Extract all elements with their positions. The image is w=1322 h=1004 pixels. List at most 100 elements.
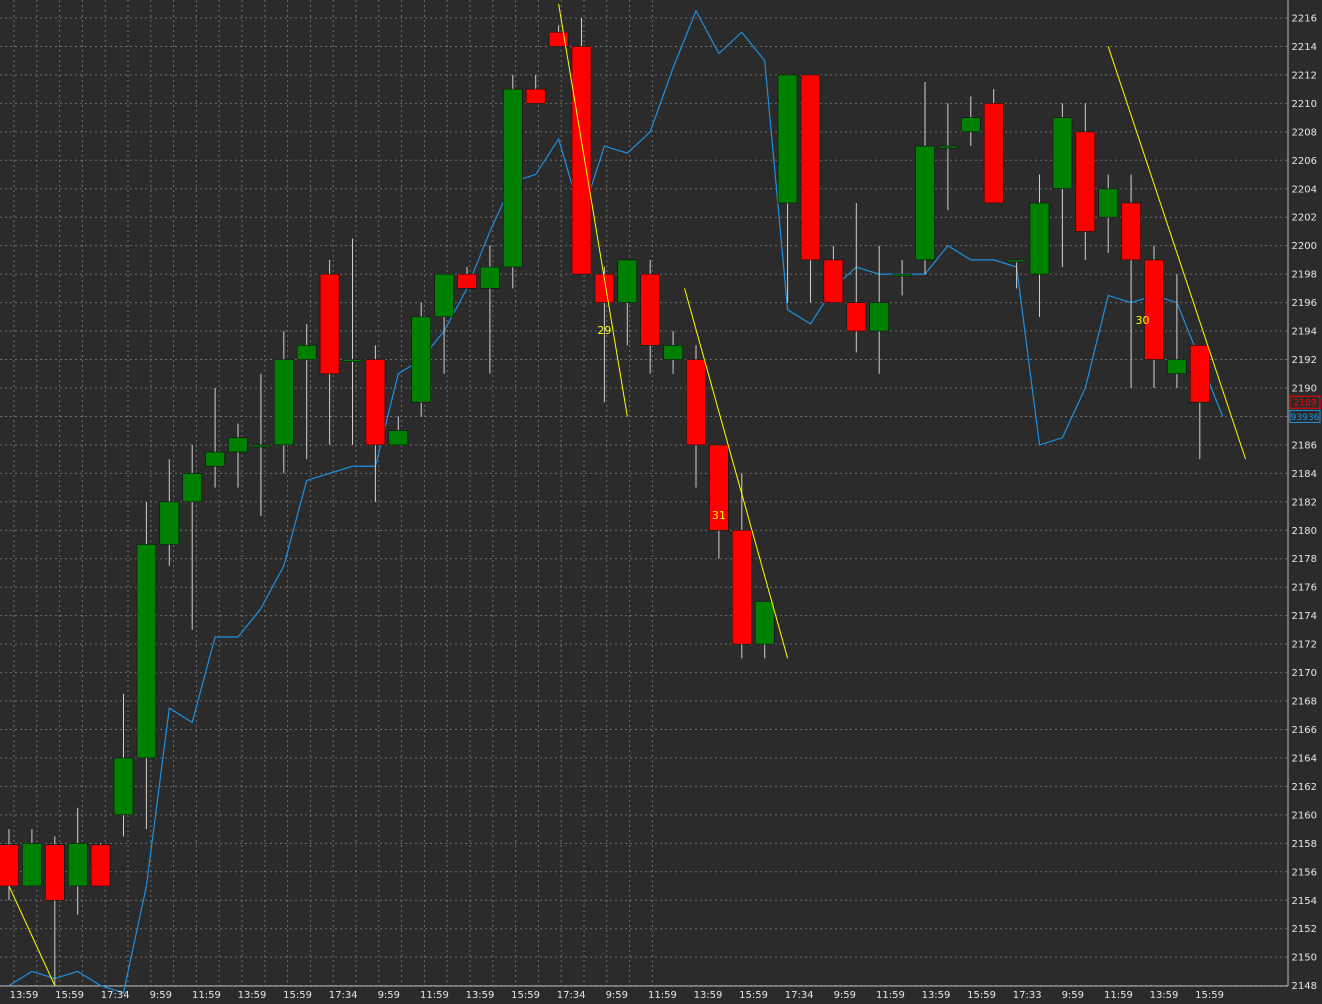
y-tick-label: 2200 [1292, 241, 1317, 252]
x-tick-label: 11:59 [648, 990, 677, 1001]
x-tick-label: 13:59 [694, 990, 723, 1001]
candle-body [296, 344, 317, 360]
y-tick-label: 2184 [1292, 469, 1317, 480]
x-tick-label: 17:34 [785, 990, 814, 1001]
x-tick-label: 13:59 [10, 990, 39, 1001]
last-price-label: 2189 [1294, 399, 1317, 409]
x-tick-label: 13:59 [466, 990, 495, 1001]
y-tick-label: 2210 [1292, 99, 1317, 110]
candle-body [502, 88, 523, 268]
candle-body [846, 302, 867, 332]
y-tick-label: 2198 [1292, 270, 1317, 281]
y-tick-label: 2196 [1292, 298, 1317, 309]
candle-body [1075, 131, 1096, 232]
x-tick-label: 17:34 [557, 990, 586, 1001]
candle [411, 302, 432, 417]
y-tick-label: 2202 [1292, 213, 1317, 224]
y-tick-label: 2190 [1292, 383, 1317, 394]
candle-body [159, 501, 180, 545]
x-tick-label: 15:59 [283, 990, 312, 1001]
candle-body [823, 259, 844, 303]
y-tick-label: 2162 [1292, 782, 1317, 793]
candle-body [251, 444, 271, 448]
x-tick-label: 9:59 [1062, 990, 1084, 1001]
y-tick-label: 2152 [1292, 924, 1317, 935]
x-tick-label: 15:59 [55, 990, 84, 1001]
candle-body [480, 266, 500, 289]
candle-body [686, 359, 706, 446]
annotation-label: 30 [1136, 314, 1150, 327]
x-tick-label: 9:59 [606, 990, 628, 1001]
candle-body [1029, 202, 1050, 275]
candle-body [67, 843, 88, 887]
candle [90, 843, 111, 887]
candle-body [205, 451, 225, 467]
candle-body [663, 344, 683, 360]
candle-body [457, 273, 477, 289]
candle-body [388, 430, 409, 446]
candle-body [1167, 359, 1187, 375]
candle-body [1190, 344, 1210, 403]
candle-body [22, 843, 42, 887]
annotation-label: 29 [597, 324, 611, 337]
y-tick-label: 2166 [1292, 725, 1317, 736]
y-tick-label: 2214 [1292, 42, 1317, 53]
x-tick-label: 11:59 [420, 990, 449, 1001]
candle-body [731, 529, 752, 645]
annotation-label: 31 [712, 509, 726, 522]
candle-body [892, 273, 912, 277]
candle-body [915, 145, 935, 261]
candle-body [960, 117, 981, 133]
x-tick-label: 11:59 [876, 990, 905, 1001]
y-tick-label: 2170 [1292, 668, 1317, 679]
x-tick-label: 15:59 [967, 990, 996, 1001]
candle-body [342, 359, 363, 362]
candle-body [182, 473, 202, 503]
y-tick-label: 2154 [1292, 896, 1317, 907]
y-tick-label: 2216 [1292, 14, 1317, 25]
x-tick-label: 11:59 [1104, 990, 1133, 1001]
candle-body [0, 844, 19, 887]
x-tick-label: 9:59 [378, 990, 400, 1001]
x-tick-label: 13:59 [922, 990, 951, 1001]
candle-body [136, 544, 157, 759]
candle-body [869, 302, 890, 332]
candle-body [365, 359, 386, 446]
x-tick-label: 13:59 [238, 990, 267, 1001]
x-tick-label: 17:33 [1013, 990, 1042, 1001]
candle-body [44, 844, 65, 901]
y-axis: 2148 2150 2152 2154 2156 2158 2160 2162 2164 2166… [1292, 14, 1317, 993]
candle-body [1121, 202, 1141, 261]
y-tick-label: 2208 [1292, 127, 1317, 138]
candle-body [777, 74, 798, 204]
y-tick-label: 2180 [1292, 526, 1317, 537]
candle-body [571, 46, 592, 275]
candle-body [113, 757, 134, 816]
y-tick-label: 2192 [1292, 355, 1317, 366]
candle-body [754, 601, 775, 645]
candle-body [1144, 259, 1164, 360]
candle [571, 18, 592, 275]
candle-body [617, 259, 638, 303]
candle-body [525, 88, 546, 104]
candlestick-chart: 293130 214821502152215421562158216021622… [0, 0, 1322, 1004]
y-tick-label: 2160 [1292, 810, 1317, 821]
candle-body [983, 103, 1004, 204]
y-tick-label: 2156 [1292, 867, 1317, 878]
y-tick-label: 2194 [1292, 327, 1317, 338]
candle-body [434, 273, 454, 318]
x-tick-label: 17:34 [101, 990, 130, 1001]
y-tick-label: 2164 [1292, 753, 1317, 764]
y-tick-label: 2178 [1292, 554, 1317, 565]
x-tick-label: 15:59 [1195, 990, 1224, 1001]
x-tick-label: 13:59 [1150, 990, 1179, 1001]
candle-body [228, 437, 248, 453]
candle-body [319, 273, 340, 375]
candle-body [273, 359, 294, 446]
candle-body [1006, 259, 1027, 263]
x-tick-label: 15:59 [511, 990, 540, 1001]
y-tick-label: 2168 [1292, 697, 1317, 708]
y-tick-label: 2150 [1292, 953, 1317, 964]
candle-body [411, 316, 432, 403]
candle-body [1098, 188, 1118, 218]
